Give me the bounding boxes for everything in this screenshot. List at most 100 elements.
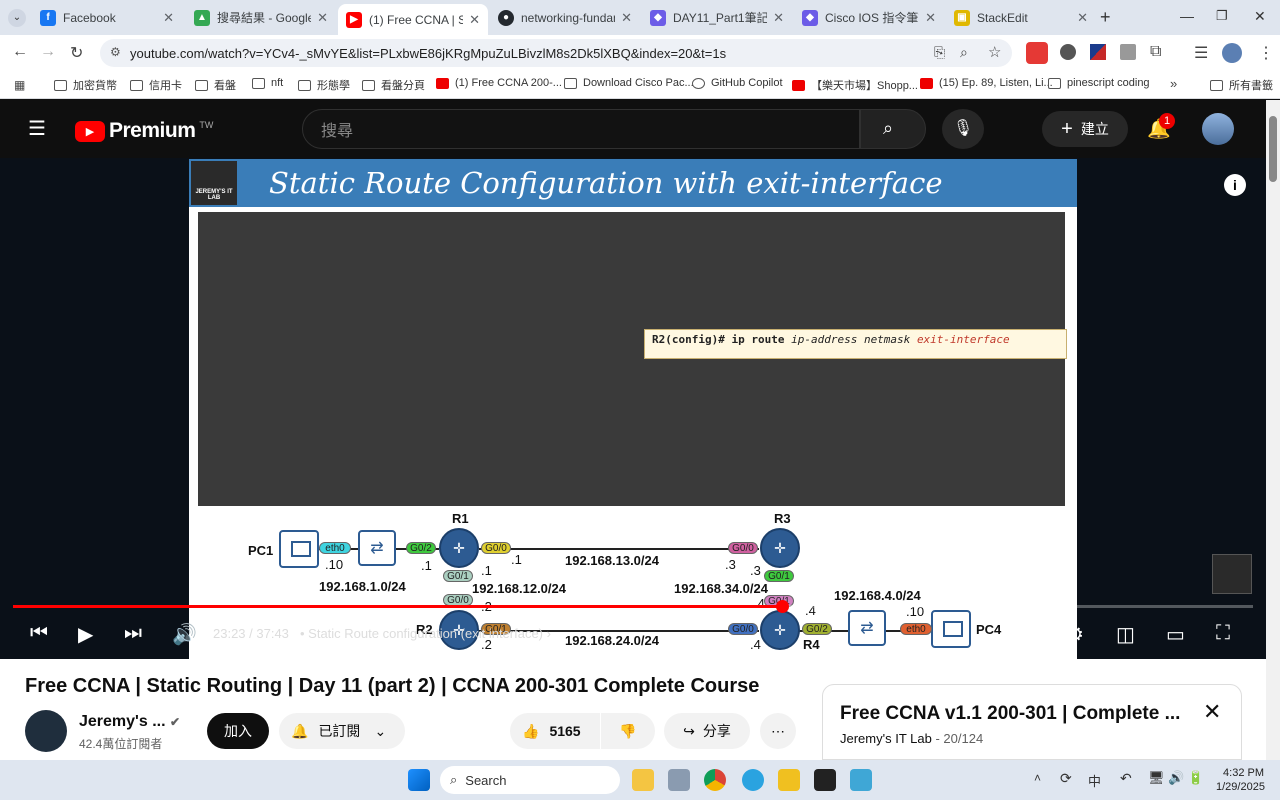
close-icon[interactable]: ✕ bbox=[1077, 10, 1088, 26]
bookmark-folder[interactable]: 看盤 bbox=[195, 77, 236, 93]
hamburger-menu-icon[interactable]: ☰ bbox=[28, 116, 46, 141]
like-button[interactable]: 👍 5165 bbox=[510, 713, 600, 749]
close-window-button[interactable]: ✕ bbox=[1254, 8, 1266, 25]
progress-scrubber[interactable] bbox=[775, 600, 789, 613]
app-yellow-icon[interactable] bbox=[778, 769, 800, 791]
bookmark-star-icon[interactable]: ☆ bbox=[988, 43, 1001, 61]
bookmark-github-copilot[interactable]: GitHub Copilot bbox=[692, 77, 783, 89]
video-player[interactable]: Static Route Configuration with exit-int… bbox=[0, 158, 1266, 659]
tab-facebook[interactable]: f Facebook ✕ bbox=[32, 4, 182, 31]
chapter-title[interactable]: • Static Route configuration (exit inter… bbox=[300, 626, 551, 641]
show-hidden-icons[interactable]: ˄ bbox=[1034, 771, 1041, 785]
settings-gear-icon[interactable]: ⚙ bbox=[1066, 622, 1084, 647]
profile-avatar[interactable] bbox=[1222, 43, 1242, 63]
reload-icon[interactable]: ↻ bbox=[70, 43, 83, 63]
extensions-icon[interactable]: ⧉ bbox=[1150, 43, 1161, 61]
tab-hackmd-day11[interactable]: ◆DAY11_Part1筆記 - H✕ bbox=[642, 4, 792, 31]
tab-hackmd-cisco[interactable]: ◆Cisco IOS 指令筆記語✕ bbox=[794, 4, 944, 31]
play-icon[interactable]: ▶ bbox=[78, 622, 93, 647]
terminal-icon[interactable] bbox=[814, 769, 836, 791]
notepad-icon[interactable] bbox=[850, 769, 872, 791]
new-tab-button[interactable]: + bbox=[1100, 7, 1111, 28]
app-icon[interactable] bbox=[668, 769, 690, 791]
previous-icon[interactable]: ⏮ bbox=[30, 622, 48, 645]
extension-flag-icon[interactable] bbox=[1090, 44, 1106, 60]
menu-icon[interactable]: ⋮ bbox=[1258, 43, 1274, 63]
network-volume-battery[interactable]: 🖥 🔊 🔋 bbox=[1148, 770, 1204, 786]
more-bookmarks-icon[interactable]: » bbox=[1170, 76, 1177, 91]
close-icon[interactable]: ✕ bbox=[621, 10, 632, 26]
extension-new-icon[interactable] bbox=[1026, 42, 1048, 64]
bookmark-rakuten[interactable]: 【樂天市場】Shopp... bbox=[792, 77, 918, 93]
bookmark-cisco[interactable]: Download Cisco Pac... bbox=[564, 77, 694, 89]
restore-button[interactable]: ❐ bbox=[1216, 8, 1228, 24]
undo-icon[interactable]: ↶ bbox=[1120, 770, 1132, 787]
tab-google[interactable]: ▲搜尋結果 - Google 雲✕ bbox=[186, 4, 336, 31]
extension-puzzle-icon[interactable] bbox=[1120, 44, 1136, 60]
minimize-button[interactable]: — bbox=[1180, 8, 1194, 24]
tab-github[interactable]: ●networking-fundame✕ bbox=[490, 4, 640, 31]
notifications-button[interactable]: 🔔 1 bbox=[1147, 113, 1175, 141]
ime-indicator[interactable]: 中 bbox=[1088, 771, 1101, 790]
close-icon[interactable]: ✕ bbox=[925, 10, 936, 26]
playlist-title[interactable]: Free CCNA v1.1 200-301 | Complete ... bbox=[840, 703, 1180, 725]
close-icon[interactable]: ✕ bbox=[1203, 699, 1221, 725]
progress-bar[interactable] bbox=[13, 600, 1253, 613]
dislike-button[interactable]: 👎 bbox=[601, 713, 655, 749]
telegram-icon[interactable] bbox=[742, 769, 764, 791]
file-explorer-icon[interactable] bbox=[632, 769, 654, 791]
forward-icon[interactable]: → bbox=[40, 43, 56, 61]
tab-stackedit[interactable]: ▣ StackEdit ✕ bbox=[946, 4, 1096, 31]
account-avatar[interactable] bbox=[1202, 113, 1234, 145]
close-icon[interactable]: ✕ bbox=[317, 10, 328, 26]
tab-search-icon[interactable]: ⌄ bbox=[8, 9, 26, 27]
zoom-icon[interactable]: ⌕ bbox=[960, 44, 968, 61]
close-icon[interactable]: ✕ bbox=[773, 10, 784, 26]
channel-name[interactable]: Jeremy's ... ✔ bbox=[79, 713, 180, 731]
bookmark-folder[interactable]: nft bbox=[252, 77, 283, 89]
theater-mode-icon[interactable]: ▭ bbox=[1166, 622, 1185, 647]
channel-watermark-icon[interactable] bbox=[1212, 554, 1252, 594]
extension-icon[interactable] bbox=[1060, 44, 1076, 60]
create-button[interactable]: + 建立 bbox=[1042, 111, 1128, 147]
sync-icon[interactable]: ⟳ bbox=[1060, 770, 1072, 787]
search-input[interactable]: 搜尋 bbox=[302, 109, 860, 149]
windows-start-icon[interactable] bbox=[408, 769, 430, 791]
subscribed-button[interactable]: 🔔 已訂閱 ⌄ bbox=[279, 713, 405, 749]
share-button[interactable]: ↪ 分享 bbox=[664, 713, 750, 749]
bookmark-folder[interactable]: 看盤分頁 bbox=[362, 77, 425, 93]
chrome-icon[interactable] bbox=[704, 769, 726, 791]
apps-grid-icon[interactable]: ▦ bbox=[14, 78, 25, 92]
more-actions-button[interactable]: ⋯ bbox=[760, 713, 796, 749]
close-icon[interactable]: ✕ bbox=[163, 10, 174, 26]
youtube-logo[interactable]: ▶ Premium TW bbox=[75, 119, 213, 143]
bookmark-youtube[interactable]: (1) Free CCNA 200-... bbox=[436, 77, 562, 89]
voice-search-button[interactable]: 🎙 bbox=[942, 109, 984, 149]
clock[interactable]: 4:32 PM 1/29/2025 bbox=[1216, 766, 1265, 794]
subtitles-icon[interactable]: ⎁ bbox=[1016, 622, 1030, 643]
page-scrollbar[interactable] bbox=[1266, 100, 1280, 760]
bookmark-folder[interactable]: 形態學 bbox=[298, 77, 350, 93]
close-icon[interactable]: ✕ bbox=[469, 12, 480, 28]
search-button[interactable]: ⌕ bbox=[860, 109, 926, 149]
bookmark-folder[interactable]: 加密貨幣 bbox=[54, 77, 117, 93]
install-icon[interactable]: ⎘ bbox=[934, 44, 945, 61]
all-bookmarks[interactable]: 所有書籤 bbox=[1210, 77, 1273, 93]
taskbar-search[interactable]: ⌕ Search bbox=[440, 766, 620, 794]
reading-list-icon[interactable]: ☰ bbox=[1194, 43, 1208, 63]
back-icon[interactable]: ← bbox=[12, 43, 28, 61]
join-button[interactable]: 加入 bbox=[207, 713, 269, 749]
address-bar[interactable]: ⚙ youtube.com/watch?v=YCv4-_sMvYE&list=P… bbox=[100, 39, 1012, 67]
bookmark-folder[interactable]: pinescript coding bbox=[1048, 77, 1150, 89]
miniplayer-icon[interactable]: ◫ bbox=[1116, 622, 1135, 647]
bookmark-folder[interactable]: 信用卡 bbox=[130, 77, 182, 93]
next-icon[interactable]: ⏭ bbox=[124, 622, 142, 645]
site-info-icon[interactable]: ⚙ bbox=[110, 45, 121, 59]
info-icon[interactable]: i bbox=[1224, 174, 1246, 196]
tab-youtube-active[interactable]: ▶(1) Free CCNA | Static✕ bbox=[338, 4, 488, 35]
channel-avatar[interactable] bbox=[25, 710, 67, 752]
fullscreen-icon[interactable]: ⛶ bbox=[1216, 622, 1230, 645]
volume-icon[interactable]: 🔊 bbox=[172, 622, 197, 647]
scrollbar-thumb[interactable] bbox=[1269, 116, 1277, 182]
bookmark-youtube-ep89[interactable]: (15) Ep. 89, Listen, Li... bbox=[920, 77, 1053, 89]
